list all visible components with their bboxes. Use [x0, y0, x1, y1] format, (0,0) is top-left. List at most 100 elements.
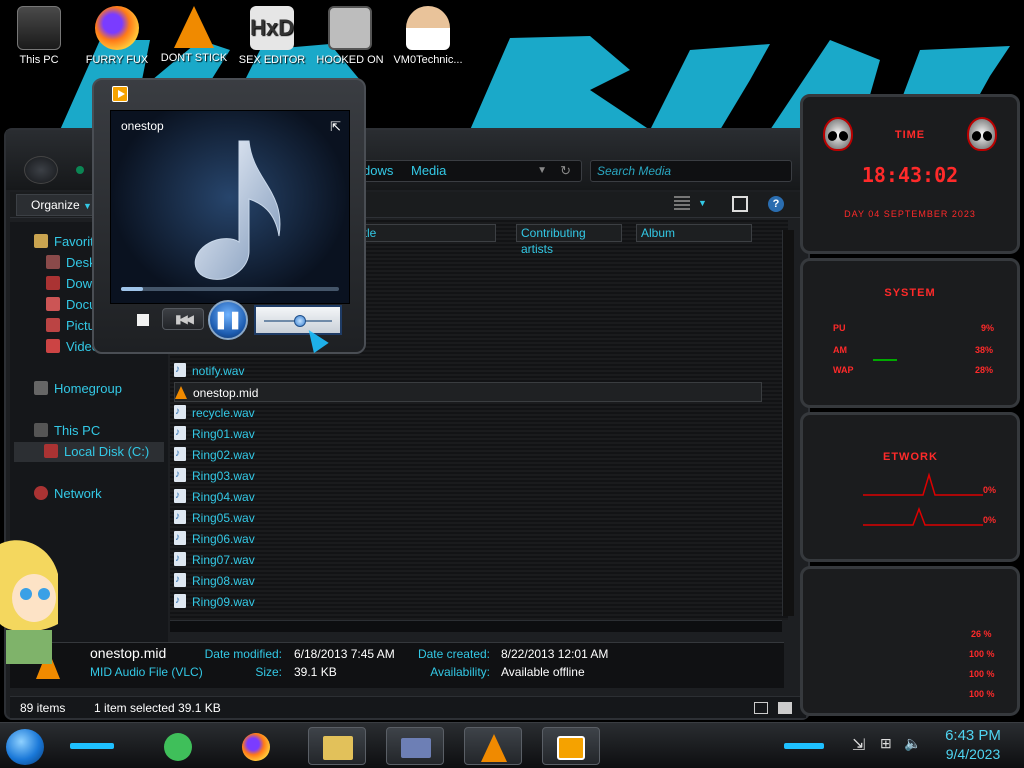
sidebar-item-documents[interactable]: Docu [46, 295, 96, 315]
audio-file-icon [174, 402, 186, 422]
large-icons-view-icon[interactable] [778, 702, 792, 714]
network-tray-icon[interactable]: ⊞ [880, 735, 892, 752]
date-created-label: Date created: [417, 647, 490, 661]
organize-button[interactable]: Organize ▼ [16, 194, 96, 216]
status-bar: 89 items 1 item selected 39.1 KB [10, 696, 806, 718]
media-player-logo-icon [112, 86, 128, 102]
taskbar-app-vlc[interactable] [464, 727, 522, 765]
date-modified-value: 6/18/2013 7:45 AM [294, 647, 395, 661]
desktop-icon-vm0technic[interactable]: VM0Technic... [392, 6, 464, 66]
sidebar-item-this-pc[interactable]: This PC [34, 421, 100, 441]
search-input[interactable]: Search Media [590, 160, 792, 182]
sidebar-item-pictures[interactable]: Pictu [46, 316, 95, 336]
details-view-icon[interactable] [754, 702, 768, 714]
desktop: This PC FURRY FUX DONT STICK HxD SEX EDI… [0, 0, 1024, 768]
column-header-contributing-artists[interactable]: Contributing artists [516, 224, 622, 256]
table-row[interactable]: recycle.wav [174, 402, 762, 423]
sidebar-item-local-disk[interactable]: Local Disk (C:) [14, 442, 164, 462]
vlc-icon [175, 386, 187, 399]
desktop-icon-hooked-on[interactable]: HOOKED ON [314, 6, 386, 66]
computer-icon [17, 6, 61, 50]
system-clock[interactable]: 6:43 PM 9/4/2023 [928, 727, 1018, 763]
network-upload-value: 0% [983, 485, 997, 495]
table-row[interactable]: Ring05.wav [174, 507, 762, 528]
network-graph [863, 472, 983, 526]
table-row[interactable]: notify.wav [174, 360, 762, 381]
folder-icon [323, 736, 353, 760]
seek-bar[interactable] [121, 287, 339, 291]
details-pane: onestop.mid MID Audio File (VLC) Date mo… [10, 642, 784, 688]
sidebar-item-network[interactable]: Network [34, 484, 102, 504]
time-gadget-title: TIME [894, 129, 926, 141]
vertical-scrollbar[interactable] [782, 230, 794, 616]
hex-editor-icon: HxD [250, 6, 294, 50]
pictures-folder-icon [46, 318, 60, 332]
table-row[interactable]: Ring03.wav [174, 465, 762, 486]
sidebar-item-homegroup[interactable]: Homegroup [34, 379, 122, 399]
start-button[interactable] [6, 729, 44, 765]
disk-gadget: 26 % 100 % 100 % 100 % [800, 566, 1020, 716]
music-note-icon [194, 140, 281, 280]
breadcrumb-media[interactable]: Media [411, 163, 446, 178]
table-row[interactable]: Ring07.wav [174, 549, 762, 570]
horizontal-scrollbar[interactable] [170, 620, 782, 632]
app-icon [328, 6, 372, 50]
taskbar-app-firefox[interactable] [228, 727, 286, 765]
selection-info: 1 item selected 39.1 KB [94, 701, 221, 715]
chevron-down-icon[interactable]: ▼ [537, 161, 547, 181]
table-row[interactable]: Ring06.wav [174, 528, 762, 549]
audio-file-icon [174, 423, 186, 443]
audio-file-icon [174, 528, 186, 548]
address-bar[interactable]: dows Media ▼ ↻ [354, 160, 582, 182]
videos-folder-icon [46, 339, 60, 353]
desktop-icon-firefox[interactable]: FURRY FUX [81, 6, 153, 66]
sidebar-item-favorites[interactable]: Favorite [34, 232, 101, 252]
taskbar-app-control-panel[interactable] [386, 727, 444, 765]
stop-button[interactable] [137, 314, 149, 326]
forward-button[interactable] [76, 166, 84, 174]
table-row[interactable]: Ring01.wav [174, 423, 762, 444]
taskbar-app-media-player[interactable] [542, 727, 600, 765]
computer-icon [34, 423, 48, 437]
volume-thumb[interactable] [294, 315, 306, 327]
preview-pane-icon[interactable] [732, 196, 748, 212]
vlc-icon [481, 734, 507, 762]
table-row[interactable]: Ring04.wav [174, 486, 762, 507]
table-row[interactable]: Ring08.wav [174, 570, 762, 591]
desktop-icon-this-pc[interactable]: This PC [3, 6, 75, 66]
documents-folder-icon [46, 297, 60, 311]
volume-tray-icon[interactable]: 🔈 [904, 735, 921, 752]
clock-date: 9/4/2023 [945, 746, 1001, 762]
size-value: 39.1 KB [294, 665, 337, 679]
refresh-icon[interactable]: ↻ [560, 161, 571, 181]
pause-button[interactable]: ❚❚ [208, 300, 248, 340]
view-options-icon[interactable] [674, 196, 690, 212]
taskbar-app-explorer[interactable] [308, 727, 366, 765]
desktop-icon-vlc[interactable]: DONT STICK [158, 6, 230, 64]
previous-button[interactable]: ▮◀◀ [162, 308, 204, 330]
desktop-icon-hex-editor[interactable]: HxD SEX EDITOR [236, 6, 308, 66]
chevron-down-icon[interactable]: ▼ [698, 198, 708, 214]
show-hidden-icons-icon[interactable]: ⇲ [852, 735, 865, 755]
volume-slider[interactable] [254, 305, 342, 335]
disk-value-3: 100 % [969, 669, 995, 679]
table-row[interactable]: Ring09.wav [174, 591, 762, 612]
audio-file-icon [174, 570, 186, 590]
disk-icon [44, 444, 58, 458]
breadcrumb-windows[interactable]: dows [363, 163, 393, 178]
time-gadget: TIME 18:43:02 DAY 04 SEPTEMBER 2023 [800, 94, 1020, 254]
column-header-title[interactable]: itle [356, 224, 496, 242]
network-gadget: ETWORK 0% 0% [800, 412, 1020, 562]
gadget-clock: 18:43:02 [861, 163, 959, 187]
back-button[interactable] [24, 156, 58, 184]
cartoon-character [0, 534, 60, 664]
ram-value: 38% [975, 345, 994, 355]
table-row-selected[interactable]: onestop.mid [174, 382, 762, 402]
taskbar-app-notes[interactable] [150, 727, 208, 765]
network-gadget-title: ETWORK [883, 451, 938, 463]
audio-file-icon [174, 486, 186, 506]
audio-file-icon [174, 465, 186, 485]
table-row[interactable]: Ring02.wav [174, 444, 762, 465]
help-icon[interactable]: ? [768, 196, 784, 212]
column-header-album[interactable]: Album [636, 224, 752, 242]
